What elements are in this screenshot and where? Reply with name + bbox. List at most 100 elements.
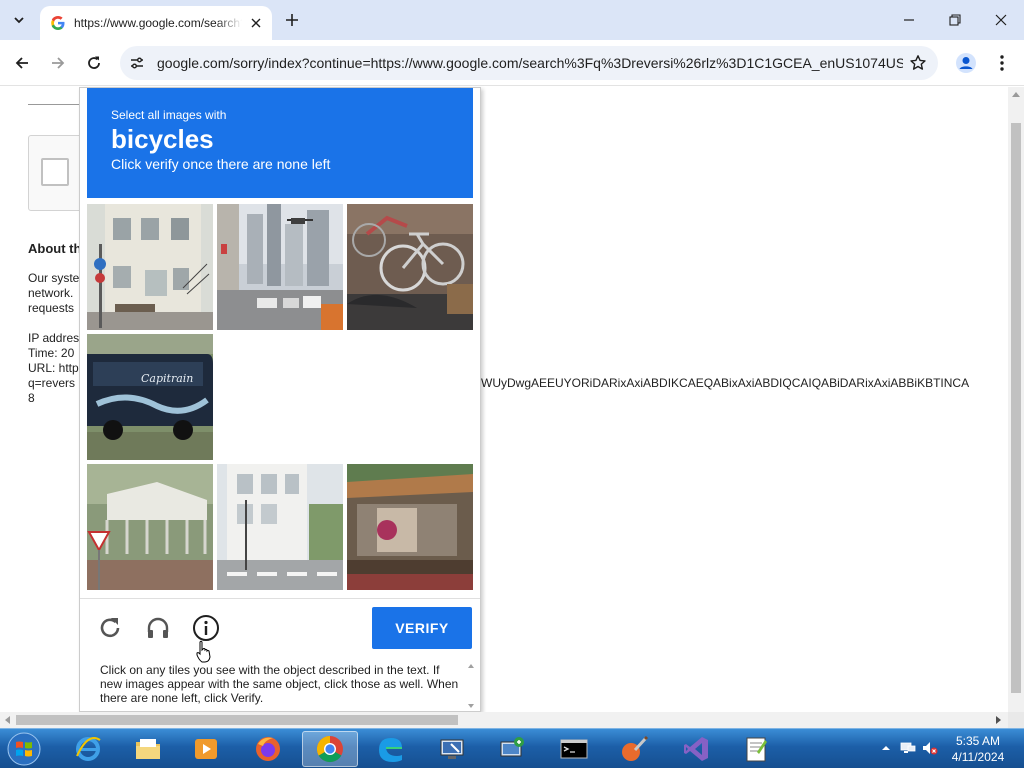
page-text-line: Time: 20 xyxy=(28,346,75,360)
horizontal-scrollbar[interactable] xyxy=(0,712,1008,728)
help-button[interactable] xyxy=(191,613,221,643)
plus-icon xyxy=(286,14,298,26)
audio-challenge-button[interactable] xyxy=(143,613,173,643)
back-button[interactable] xyxy=(8,49,36,77)
taskbar-app-paint[interactable] xyxy=(606,731,662,767)
network-computer-icon xyxy=(500,737,524,757)
recaptcha-checkbox[interactable] xyxy=(41,158,69,186)
challenge-target-object: bicycles xyxy=(111,124,214,154)
chevron-up-icon xyxy=(882,746,890,750)
url-text: google.com/sorry/index?continue=https://… xyxy=(157,55,903,71)
scroll-right-icon[interactable] xyxy=(994,716,1002,724)
help-text-scrollbar[interactable] xyxy=(466,662,476,710)
page-text-line: IP addres xyxy=(28,331,80,345)
firefox-icon xyxy=(256,737,280,761)
start-button[interactable] xyxy=(4,731,44,767)
show-hidden-icons-button[interactable] xyxy=(878,740,894,756)
image-tile-6-loading[interactable] xyxy=(347,334,473,460)
taskbar-app-file-explorer[interactable] xyxy=(120,731,176,767)
info-icon xyxy=(193,615,219,641)
minimize-icon xyxy=(904,19,914,21)
volume-button[interactable] xyxy=(922,740,938,756)
recaptcha-challenge: Select all images with bicycles Click ve… xyxy=(79,87,481,712)
taskbar-app-internet-explorer[interactable] xyxy=(60,731,116,767)
divider xyxy=(28,104,80,105)
browser-tab[interactable]: https://www.google.com/search?q=reversi xyxy=(40,6,272,40)
image-tile-3[interactable] xyxy=(347,204,473,330)
horizontal-scroll-thumb[interactable] xyxy=(16,715,458,725)
footer-divider xyxy=(80,598,480,599)
refresh-icon xyxy=(100,618,120,638)
taskbar-app-network-tool[interactable] xyxy=(484,731,540,767)
image-tile-9[interactable] xyxy=(347,464,473,590)
close-tab-icon[interactable] xyxy=(248,15,264,31)
reload-challenge-button[interactable] xyxy=(95,613,125,643)
page-text-line: requests xyxy=(28,301,75,315)
screen: https://www.google.com/search?q=reversi xyxy=(0,0,1024,768)
chrome-menu-button[interactable] xyxy=(990,50,1014,76)
profile-avatar-icon xyxy=(956,53,976,73)
page-text-line: 8 xyxy=(28,391,35,405)
restore-button[interactable] xyxy=(932,0,978,40)
command-prompt-icon xyxy=(560,739,588,759)
image-tile-2[interactable] xyxy=(217,204,343,330)
more-vert-icon xyxy=(1000,55,1004,71)
about-heading: About th xyxy=(28,241,82,256)
verify-button[interactable]: VERIFY xyxy=(372,607,472,649)
taskbar-app-remote-desktop[interactable] xyxy=(424,731,480,767)
scroll-up-icon[interactable] xyxy=(1012,91,1020,99)
taskbar-app-notepad-plus-plus[interactable] xyxy=(728,731,784,767)
edge-icon xyxy=(379,738,402,762)
browser-toolbar: google.com/sorry/index?continue=https://… xyxy=(0,40,1024,86)
site-settings-icon[interactable] xyxy=(128,54,146,72)
page-text-line: URL: http xyxy=(28,361,79,375)
network-status-button[interactable] xyxy=(900,740,916,756)
taskbar-clock[interactable]: 5:35 AM 4/11/2024 xyxy=(946,733,1010,765)
page-text-line: network. xyxy=(28,286,74,300)
back-arrow-icon xyxy=(15,57,28,69)
forward-arrow-icon xyxy=(52,57,65,69)
taskbar-app-command-prompt[interactable] xyxy=(546,731,602,767)
image-tile-7[interactable] xyxy=(87,464,213,590)
challenge-instruction: Select all images with xyxy=(111,108,227,122)
reload-button[interactable] xyxy=(80,49,108,77)
volume-muted-icon xyxy=(923,742,938,755)
taskbar-app-media-player[interactable] xyxy=(178,731,234,767)
url-continuation-text: WUyDwgAEEUYORiDARixAxiABDIKCAEQABixAxiAB… xyxy=(481,376,970,390)
remote-desktop-icon xyxy=(440,739,464,759)
scroll-left-icon[interactable] xyxy=(4,716,12,724)
image-tile-5-loading[interactable] xyxy=(217,334,343,460)
network-icon xyxy=(900,742,916,753)
google-favicon-icon xyxy=(50,15,66,31)
taskbar-app-firefox[interactable] xyxy=(240,731,296,767)
taskbar-app-edge[interactable] xyxy=(362,731,418,767)
taskbar-app-visual-studio[interactable] xyxy=(668,731,724,767)
vertical-scrollbar[interactable] xyxy=(1008,87,1024,712)
address-bar[interactable]: google.com/sorry/index?continue=https://… xyxy=(120,46,938,80)
bookmark-star-icon[interactable] xyxy=(908,53,928,73)
new-tab-button[interactable] xyxy=(280,8,304,32)
restore-icon xyxy=(949,14,961,26)
taskbar-app-chrome[interactable] xyxy=(302,731,358,767)
forward-button[interactable] xyxy=(44,49,72,77)
folder-icon xyxy=(136,739,160,759)
visual-studio-icon xyxy=(684,737,708,761)
image-tile-1[interactable] xyxy=(87,204,213,330)
media-player-icon xyxy=(195,739,217,759)
image-tile-4[interactable]: Capitrain xyxy=(87,334,213,460)
vertical-scroll-thumb[interactable] xyxy=(1011,123,1021,693)
close-window-button[interactable] xyxy=(978,0,1024,40)
scrollbar-corner xyxy=(1008,712,1024,728)
tab-strip: https://www.google.com/search?q=reversi xyxy=(0,0,1024,40)
image-tile-8[interactable] xyxy=(217,464,343,590)
minimize-button[interactable] xyxy=(886,0,932,40)
close-icon xyxy=(995,14,1007,26)
help-text: Click on any tiles you see with the obje… xyxy=(100,663,459,705)
page-text-line: q=revers xyxy=(28,376,76,390)
tab-search-button[interactable] xyxy=(6,7,32,33)
profile-button[interactable] xyxy=(953,50,979,76)
chrome-icon xyxy=(316,735,343,763)
notepad-plus-plus-icon xyxy=(746,737,767,762)
paint-brush-icon xyxy=(622,735,649,761)
clock-time: 5:35 AM xyxy=(955,734,1001,748)
